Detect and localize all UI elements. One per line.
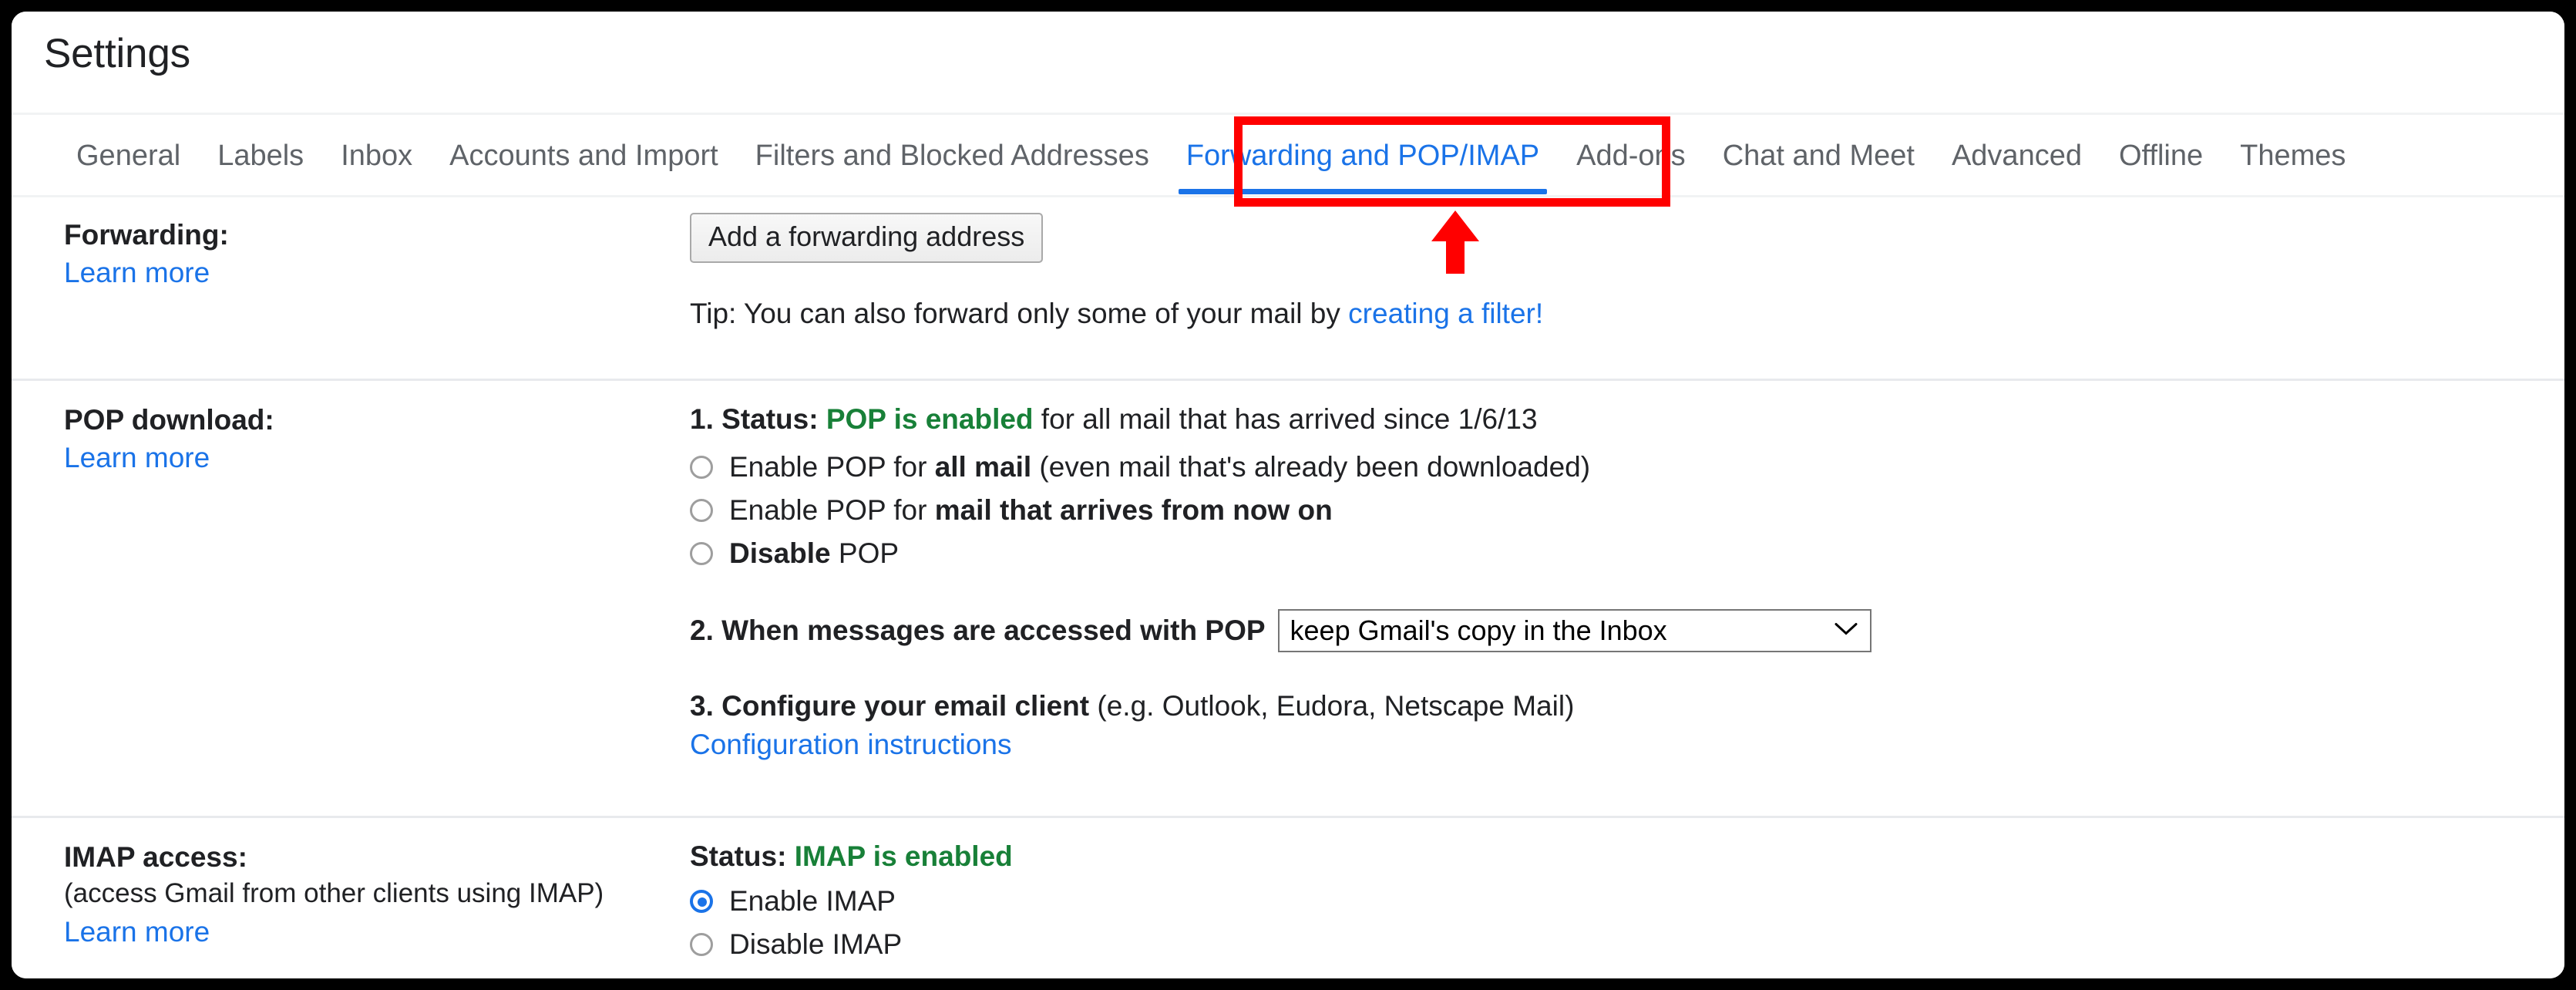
pop-status-number: 1.: [690, 403, 722, 435]
imap-option-label: Disable IMAP: [729, 928, 903, 960]
imap-status-label: Status:: [690, 840, 787, 872]
browser-window-frame: Settings General Labels Inbox Accounts and …: [6, 6, 2570, 984]
forwarding-tip-text: Tip: You can also forward only some of y…: [690, 298, 1349, 329]
pop-status-line: 1. Status: POP is enabled for all mail t…: [690, 401, 2509, 438]
tab-label: Add-ons: [1576, 140, 1686, 172]
pop-body-col: 1. Status: POP is enabled for all mail t…: [690, 401, 2509, 765]
configuration-instructions-link[interactable]: Configuration instructions: [690, 725, 2509, 765]
tab-labels[interactable]: Labels: [199, 115, 322, 197]
pop-step2-row: 2. When messages are accessed with POP k…: [690, 609, 2509, 652]
tab-chat-and-meet[interactable]: Chat and Meet: [1704, 115, 1933, 197]
page-title: Settings: [44, 31, 190, 76]
settings-tabbar: General Labels Inbox Accounts and Import Fil…: [12, 115, 2564, 197]
tab-active-underline: [1178, 189, 1548, 194]
radio-button-selected[interactable]: [690, 890, 713, 913]
pop-option-label: Enable POP for all mail (even mail that'…: [729, 451, 1591, 483]
tab-offline[interactable]: Offline: [2100, 115, 2221, 197]
imap-label-col: IMAP access: (access Gmail from other cl…: [64, 840, 681, 952]
forwarding-section: Forwarding: Learn more Add a forwarding …: [12, 197, 2564, 379]
tab-label: Inbox: [341, 140, 413, 172]
pop-step3-label: 3. Configure your email client: [690, 690, 1090, 722]
forwarding-learn-more-link[interactable]: Learn more: [64, 253, 681, 293]
add-forwarding-address-button[interactable]: Add a forwarding address: [690, 213, 1044, 263]
radio-button[interactable]: [690, 456, 713, 479]
pop-access-action-value: keep Gmail's copy in the Inbox: [1290, 615, 1667, 646]
tab-list: General Labels Inbox Accounts and Import Fil…: [58, 115, 2364, 197]
forwarding-label-col: Forwarding: Learn more: [64, 217, 681, 293]
tab-label: General: [76, 140, 181, 172]
imap-access-sublabel: (access Gmail from other clients using I…: [64, 878, 604, 908]
tab-forwarding-and-pop-imap[interactable]: Forwarding and POP/IMAP: [1168, 115, 1558, 197]
tab-advanced[interactable]: Advanced: [1933, 115, 2100, 197]
radio-button[interactable]: [690, 499, 713, 522]
forwarding-label: Forwarding:: [64, 219, 229, 251]
pop-option-label: Disable POP: [729, 537, 900, 569]
imap-option-label: Enable IMAP: [729, 885, 896, 917]
forwarding-tip: Tip: You can also forward only some of y…: [690, 295, 2509, 332]
tab-general[interactable]: General: [58, 115, 199, 197]
tab-accounts-and-import[interactable]: Accounts and Import: [431, 115, 737, 197]
tab-label: Offline: [2118, 140, 2204, 172]
imap-status-badge: IMAP is enabled: [794, 840, 1013, 872]
imap-options-group: Enable IMAP Disable IMAP: [690, 880, 2509, 966]
tab-label: Themes: [2240, 140, 2346, 172]
pop-learn-more-link[interactable]: Learn more: [64, 438, 681, 478]
chevron-down-icon: [1834, 622, 1858, 640]
tab-add-ons[interactable]: Add-ons: [1558, 115, 1704, 197]
pop-status-suffix: for all mail that has arrived since 1/6/…: [1033, 403, 1538, 435]
radio-button[interactable]: [690, 542, 713, 565]
pop-access-action-select[interactable]: keep Gmail's copy in the Inbox: [1277, 609, 1871, 652]
pop-step2-label: 2. When messages are accessed with POP: [690, 615, 1266, 646]
radio-button[interactable]: [690, 933, 713, 956]
imap-status-line: Status: IMAP is enabled: [690, 838, 2509, 875]
tab-themes[interactable]: Themes: [2221, 115, 2364, 197]
imap-access-label: IMAP access:: [64, 841, 247, 873]
tab-inbox[interactable]: Inbox: [322, 115, 431, 197]
pop-download-label: POP download:: [64, 404, 274, 436]
tab-filters-and-blocked-addresses[interactable]: Filters and Blocked Addresses: [737, 115, 1168, 197]
imap-access-section: IMAP access: (access Gmail from other cl…: [12, 818, 2564, 978]
tab-label: Chat and Meet: [1722, 140, 1915, 172]
pop-option[interactable]: Disable POP: [690, 532, 2509, 575]
tab-label: Labels: [217, 140, 304, 172]
pop-option-label: Enable POP for mail that arrives from no…: [729, 494, 1333, 526]
pop-label-col: POP download: Learn more: [64, 402, 681, 478]
tab-label: Accounts and Import: [449, 140, 718, 172]
imap-option[interactable]: Enable IMAP: [690, 880, 2509, 923]
imap-option[interactable]: Disable IMAP: [690, 923, 2509, 966]
imap-learn-more-link[interactable]: Learn more: [64, 912, 681, 952]
pop-step3-suffix: (e.g. Outlook, Eudora, Netscape Mail): [1089, 690, 1575, 722]
tab-label: Filters and Blocked Addresses: [755, 140, 1149, 172]
pop-step3-line: 3. Configure your email client (e.g. Out…: [690, 688, 2509, 725]
settings-page: Settings General Labels Inbox Accounts and …: [12, 12, 2564, 978]
pop-status-badge: POP is enabled: [826, 403, 1034, 435]
pop-option[interactable]: Enable POP for mail that arrives from no…: [690, 489, 2509, 532]
pop-options-group: Enable POP for all mail (even mail that'…: [690, 446, 2509, 575]
pop-download-section: POP download: Learn more 1. Status: POP …: [12, 381, 2564, 816]
tab-label: Advanced: [1951, 140, 2082, 172]
tab-label: Forwarding and POP/IMAP: [1185, 140, 1540, 172]
forwarding-body-col: Add a forwarding address Tip: You can al…: [690, 213, 2509, 332]
pop-status-label: Status:: [721, 403, 819, 435]
imap-body-col: Status: IMAP is enabled Enable IMAP Disab…: [690, 838, 2509, 966]
pop-option[interactable]: Enable POP for all mail (even mail that'…: [690, 446, 2509, 489]
creating-a-filter-link[interactable]: creating a filter!: [1348, 298, 1543, 329]
